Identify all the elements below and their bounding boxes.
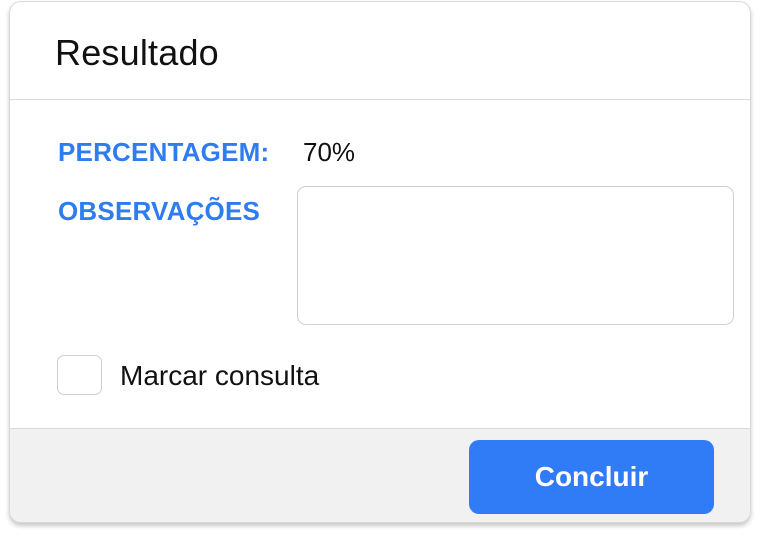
percentage-label: PERCENTAGEM: xyxy=(58,137,270,167)
schedule-appointment-checkbox[interactable] xyxy=(57,355,102,395)
dialog-header: Resultado xyxy=(10,2,750,100)
schedule-appointment-label[interactable]: Marcar consulta xyxy=(120,360,319,392)
result-dialog: Resultado PERCENTAGEM: 70% OBSERVAÇÕES M… xyxy=(9,1,751,523)
observations-label: OBSERVAÇÕES xyxy=(58,196,261,226)
observations-field[interactable] xyxy=(297,186,734,325)
conclude-button[interactable]: Concluir xyxy=(469,440,714,514)
percentage-value: 70% xyxy=(303,137,356,167)
dialog-title: Resultado xyxy=(55,32,219,73)
dialog-footer: Concluir xyxy=(10,428,750,522)
